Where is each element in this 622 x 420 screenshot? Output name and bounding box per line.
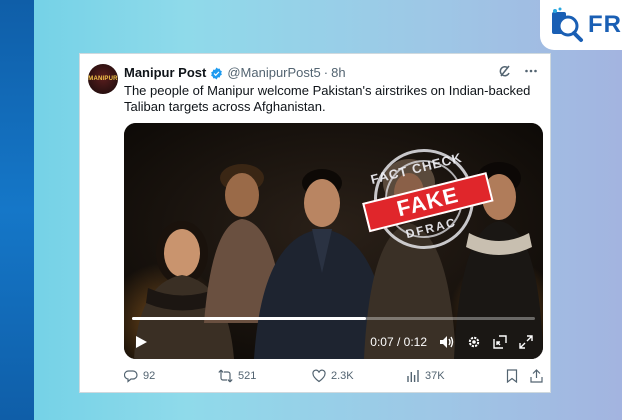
video-progress-fill	[132, 317, 366, 320]
reply-count: 92	[143, 370, 156, 382]
share-button[interactable]	[530, 369, 543, 383]
repost-button[interactable]: 521	[218, 369, 256, 383]
share-icon	[530, 369, 543, 383]
like-count: 2.3K	[331, 370, 354, 382]
verified-badge-icon	[210, 67, 223, 80]
time-separator: ·	[323, 65, 329, 80]
left-decor-bar	[0, 0, 34, 420]
dfrac-magnifier-icon	[548, 6, 586, 44]
like-button[interactable]: 2.3K	[312, 369, 354, 383]
reply-icon	[124, 370, 138, 383]
video-controls: 0:07 / 0:12	[124, 325, 543, 359]
views-chart-icon	[407, 370, 419, 382]
play-icon[interactable]	[134, 335, 148, 349]
avatar-text: MANIPUR	[88, 76, 118, 82]
tweet-text: The people of Manipur welcome Pakistan's…	[124, 83, 531, 114]
avatar[interactable]: MANIPUR	[88, 64, 118, 94]
post-time[interactable]: 8h	[331, 65, 345, 81]
video-progress-bar[interactable]	[132, 317, 535, 320]
tweet-card: MANIPUR Manipur Post @ManipurPost5 · 8h …	[79, 53, 551, 393]
author-name[interactable]: Manipur Post	[124, 65, 206, 81]
brand-text: FRA	[588, 11, 622, 38]
video-current-time: 0:07	[370, 335, 394, 349]
tweet-actions: 92 521 2.3K 37K	[124, 367, 544, 387]
repost-count: 521	[238, 370, 257, 382]
header-actions	[498, 64, 538, 78]
bookmark-icon	[506, 369, 518, 383]
more-options-icon[interactable]	[524, 64, 538, 78]
video-time: 0:07 / 0:12	[370, 335, 427, 349]
repost-icon	[218, 369, 233, 383]
author-handle[interactable]: @ManipurPost5	[227, 65, 320, 81]
bookmark-button[interactable]	[506, 369, 518, 383]
video-player[interactable]: FACT CHECK FAKE DFRAC 0:07 / 0:12	[124, 123, 543, 359]
settings-gear-icon[interactable]	[467, 335, 481, 349]
heart-icon	[312, 369, 326, 383]
picture-in-picture-icon[interactable]	[493, 335, 507, 349]
volume-icon[interactable]	[439, 335, 455, 349]
tweet-header: Manipur Post @ManipurPost5 · 8h	[124, 65, 346, 81]
grok-icon[interactable]	[498, 64, 512, 78]
views-count: 37K	[425, 370, 445, 382]
video-time-separator: /	[393, 335, 404, 349]
fullscreen-icon[interactable]	[519, 335, 533, 349]
dfrac-logo: FRA	[540, 0, 622, 50]
video-control-icons	[439, 335, 533, 349]
reply-button[interactable]: 92	[124, 369, 155, 383]
video-frame	[124, 123, 543, 359]
video-duration: 0:12	[403, 335, 427, 349]
views-button[interactable]: 37K	[406, 369, 445, 383]
